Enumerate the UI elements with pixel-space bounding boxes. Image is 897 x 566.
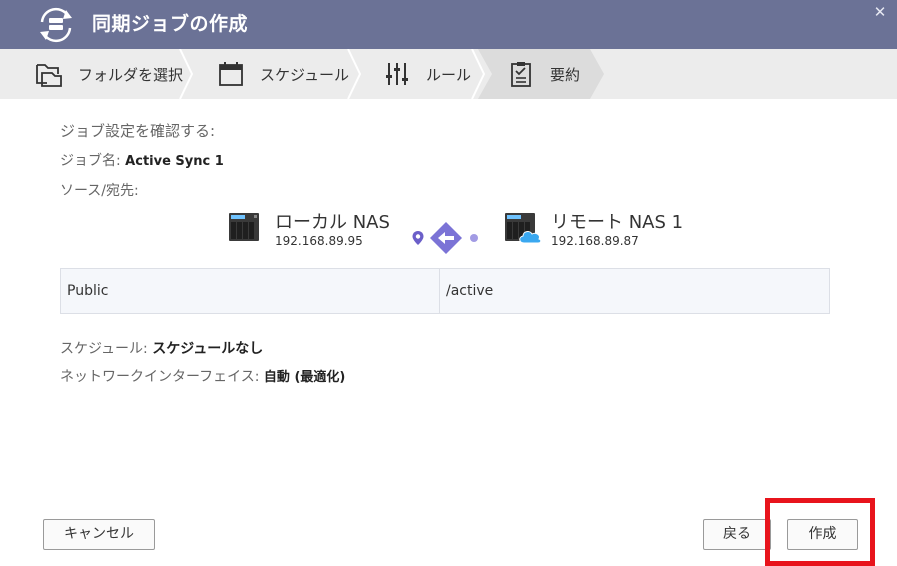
step-label: 要約	[550, 65, 581, 84]
step-summary[interactable]: 要約	[506, 49, 580, 99]
folder-icon	[36, 64, 62, 87]
highlight-annotation	[765, 498, 875, 566]
nas-device-icon	[229, 213, 259, 241]
folder-pair-table: Public /active	[60, 268, 830, 314]
source-dest-label: ソース/宛先:	[60, 183, 139, 199]
step-separator	[471, 49, 486, 99]
remote-nas-ip: 192.168.89.87	[551, 234, 639, 248]
step-label: ルール	[426, 65, 472, 84]
remote-nas-name: リモート NAS 1	[551, 212, 684, 233]
wizard-steps: フォルダを選択 スケジュール ルール 要約	[0, 49, 897, 99]
schedule-row: スケジュール: スケジュールなし	[60, 338, 263, 358]
step-select-folder[interactable]: フォルダを選択	[34, 49, 183, 99]
back-button[interactable]: 戻る	[703, 519, 771, 550]
step-label: スケジュール	[260, 65, 349, 84]
local-nas-name: ローカル NAS	[275, 212, 390, 233]
remote-path-cell: /active	[446, 283, 494, 299]
close-button[interactable]: ✕	[872, 4, 888, 20]
step-rules[interactable]: ルール	[382, 49, 471, 99]
arrow-left-icon	[430, 222, 462, 254]
cancel-button[interactable]: キャンセル	[43, 519, 155, 550]
calendar-icon	[219, 62, 243, 86]
step-schedule[interactable]: スケジュール	[216, 49, 349, 99]
status-dot-icon	[470, 234, 478, 242]
schedule-value: スケジュールなし	[152, 341, 264, 357]
job-name-value: Active Sync 1	[125, 154, 224, 169]
summary-heading: ジョブ設定を確認する:	[60, 122, 216, 140]
network-row: ネットワークインターフェイス: 自動 (最適化)	[60, 366, 345, 386]
title-bar: 同期ジョブの作成 ✕	[0, 0, 897, 49]
dialog-title: 同期ジョブの作成	[92, 13, 249, 35]
location-pin-icon	[412, 231, 424, 245]
network-value: 自動 (最適化)	[263, 370, 346, 385]
job-name-label: ジョブ名:	[60, 153, 121, 169]
nas-cloud-icon	[505, 213, 542, 244]
network-label: ネットワークインターフェイス:	[60, 369, 260, 385]
sync-job-icon	[40, 7, 72, 43]
summary-clipboard-icon	[511, 62, 531, 87]
local-path-cell: Public	[67, 283, 109, 299]
sliders-icon	[386, 63, 408, 85]
job-name-row: ジョブ名: Active Sync 1	[60, 150, 224, 170]
schedule-label: スケジュール:	[60, 341, 148, 357]
step-label: フォルダを選択	[78, 65, 184, 84]
local-nas-ip: 192.168.89.95	[275, 234, 363, 248]
